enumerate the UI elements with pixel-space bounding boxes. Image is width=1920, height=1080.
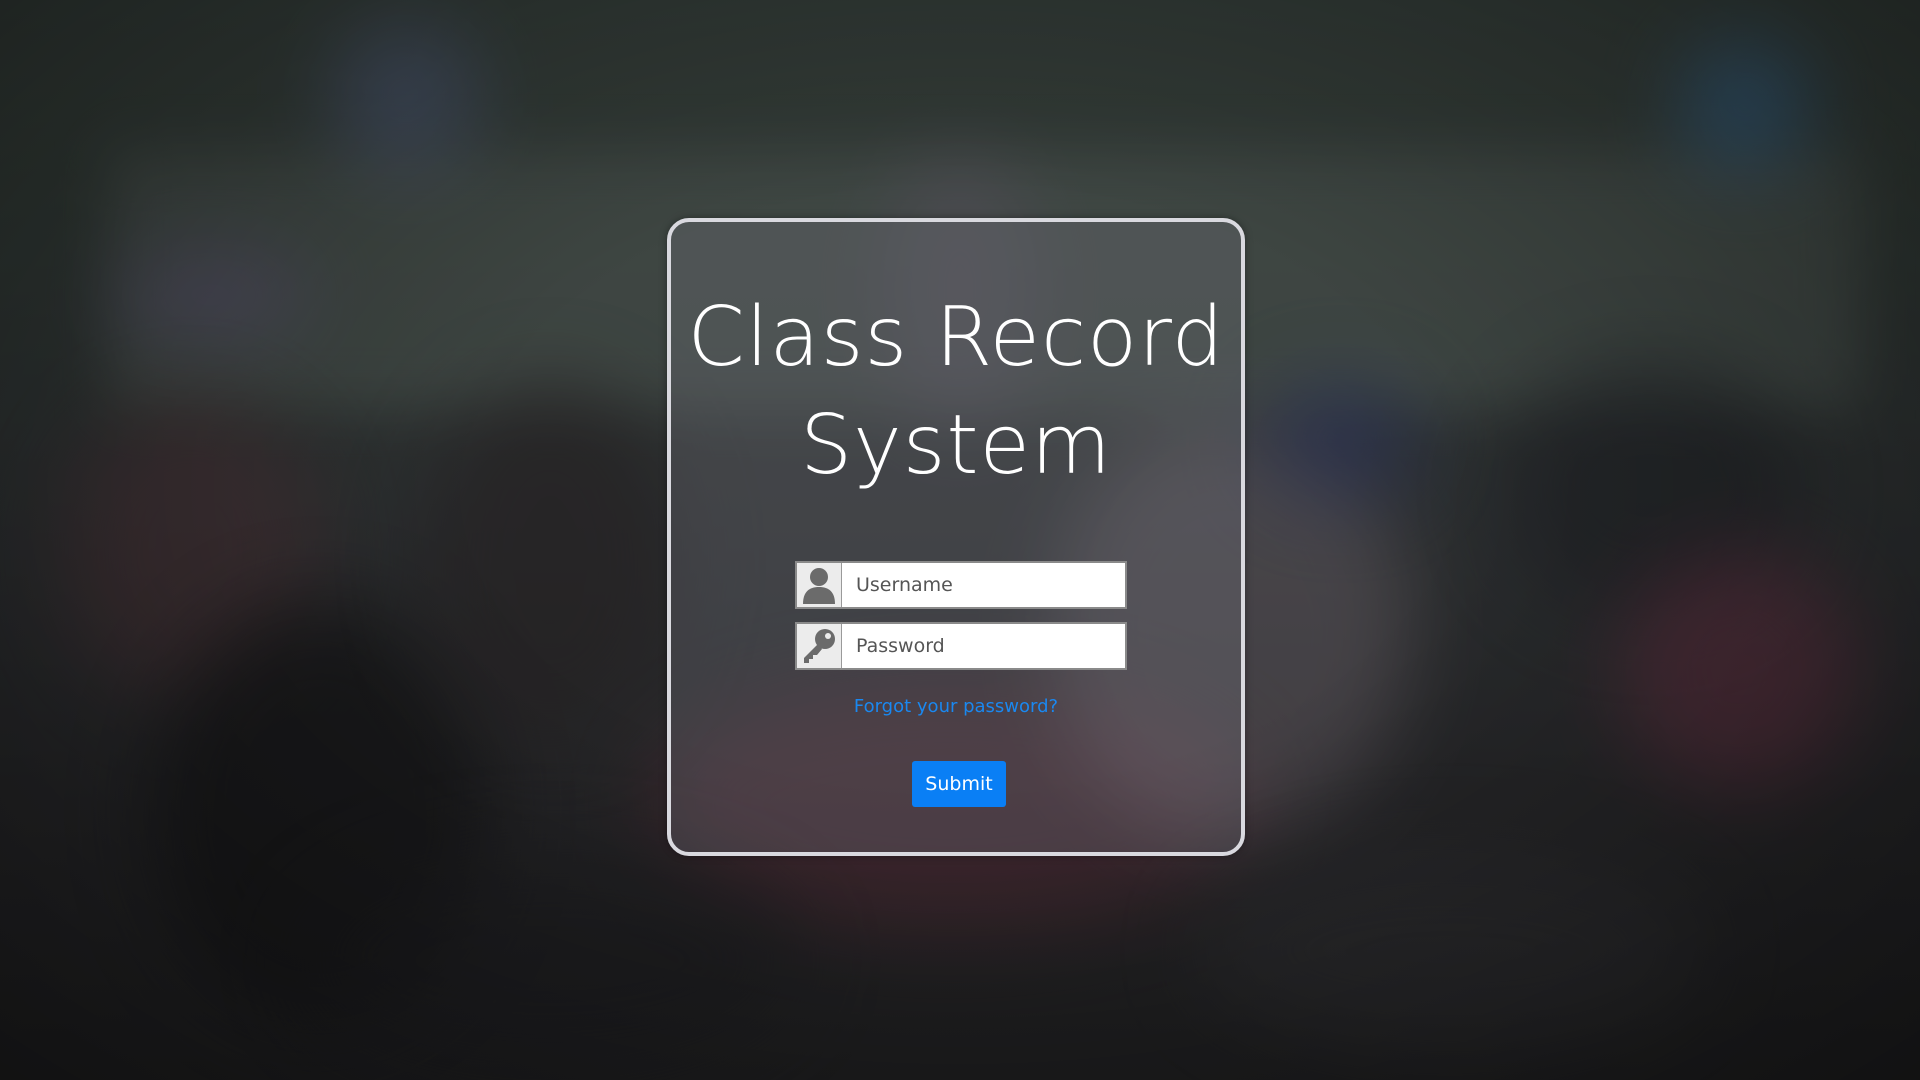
title-line-2: System xyxy=(800,398,1112,493)
submit-button[interactable]: Submit xyxy=(912,761,1006,807)
password-field[interactable] xyxy=(795,622,1127,670)
login-card: Class Record System Forgot your password… xyxy=(667,218,1245,856)
page-title: Class Record System xyxy=(671,284,1241,500)
username-field[interactable] xyxy=(795,561,1127,609)
title-line-1: Class Record xyxy=(687,290,1225,385)
forgot-password-link[interactable]: Forgot your password? xyxy=(671,696,1241,717)
username-input[interactable] xyxy=(842,563,1125,607)
password-input[interactable] xyxy=(842,624,1125,668)
key-icon xyxy=(797,624,842,668)
user-icon xyxy=(797,563,842,607)
